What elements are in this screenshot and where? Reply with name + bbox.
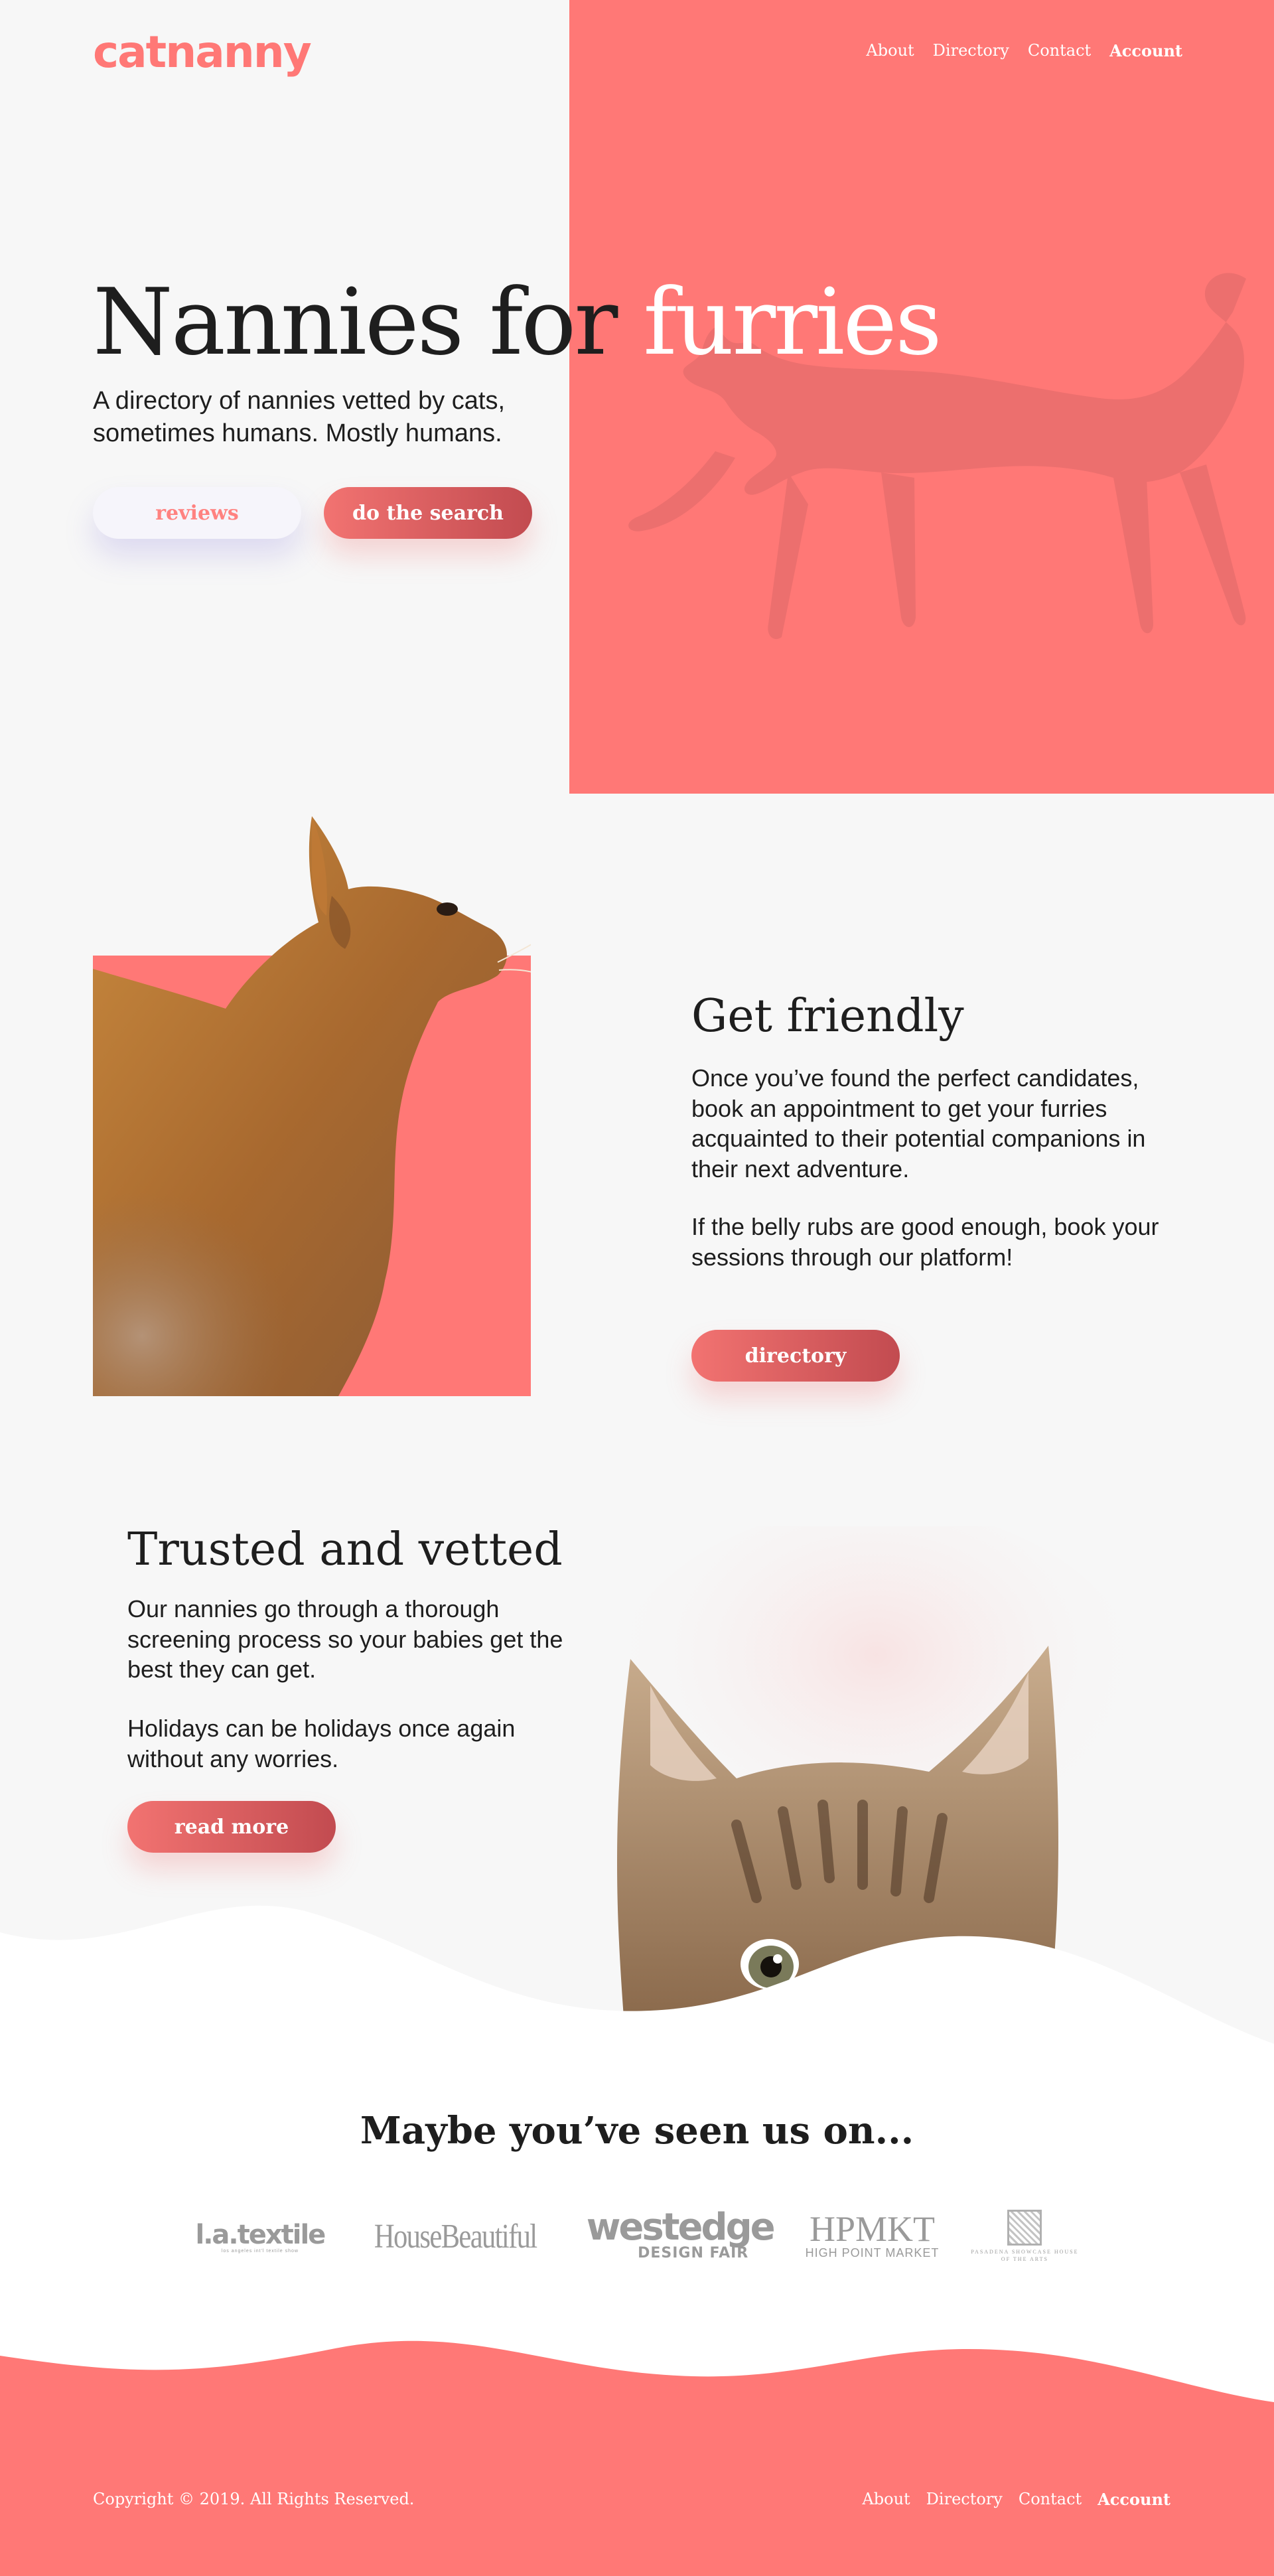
footer-nav: About Directory Contact Account (862, 2490, 1170, 2509)
housebeautiful-logo: HouseBeautiful (374, 2217, 537, 2255)
showcase-house-logo-text: PASADENA SHOWCASE HOUSE (971, 2249, 1079, 2255)
hero-title-light: furries (643, 269, 942, 376)
footer-account-link[interactable]: Account (1097, 2490, 1170, 2509)
nav-contact-link[interactable]: Contact (1028, 41, 1091, 60)
trusted-title: Trusted and vetted (127, 1524, 563, 1576)
showcase-house-logo: PASADENA SHOWCASE HOUSE OF THE ARTS (971, 2210, 1078, 2263)
nav-account-link[interactable]: Account (1109, 41, 1182, 60)
get-friendly-title: Get friendly (691, 990, 964, 1042)
latextile-logo-text: l.a.textile (195, 2219, 326, 2250)
westedge-logo-text: westedge (586, 2206, 776, 2250)
trusted-paragraph-2: Holidays can be holidays once again with… (127, 1715, 516, 1772)
hpmkt-logo-sub: HIGH POINT MARKET (805, 2246, 940, 2260)
hpmkt-logo: HPMKT HIGH POINT MARKET (805, 2209, 940, 2260)
press-logos: l.a.textile los angeles int'l textile sh… (0, 2206, 1274, 2263)
hero-title-dark: Nannies for (93, 269, 618, 376)
nav-about-link[interactable]: About (866, 41, 914, 60)
directory-button[interactable]: directory (691, 1330, 900, 1382)
hero-title: Nannies for furries (93, 269, 942, 376)
top-nav: About Directory Contact Account (866, 41, 1182, 60)
abyssinian-cat-photo (93, 816, 531, 1396)
copyright-text: Copyright © 2019. All Rights Reserved. (93, 2490, 415, 2508)
trusted-paragraph-1: Our nannies go through a thorough screen… (127, 1595, 563, 1683)
showcase-house-emblem-icon (1007, 2210, 1042, 2246)
westedge-logo: westedge DESIGN FAIR (586, 2206, 776, 2261)
read-more-button[interactable]: read more (127, 1801, 336, 1853)
showcase-house-logo-sub: OF THE ARTS (1001, 2256, 1048, 2263)
reviews-button[interactable]: reviews (93, 487, 301, 539)
latextile-logo: l.a.textile los angeles int'l textile sh… (195, 2219, 326, 2254)
brand-logo[interactable]: catnanny (93, 27, 312, 78)
seen-on-title: Maybe you’ve seen us on... (360, 2109, 914, 2153)
footer-directory-link[interactable]: Directory (926, 2490, 1003, 2509)
footer-about-link[interactable]: About (862, 2490, 910, 2509)
get-friendly-paragraph-1: Once you’ve found the perfect candidates… (691, 1064, 1146, 1183)
footer-contact-link[interactable]: Contact (1019, 2490, 1082, 2509)
nav-directory-link[interactable]: Directory (933, 41, 1009, 60)
hero-accent-panel (569, 0, 1274, 794)
search-button[interactable]: do the search (324, 487, 532, 539)
walking-cat-silhouette (628, 273, 1246, 640)
hpmkt-logo-text: HPMKT (809, 2209, 935, 2250)
hero-subtitle: A directory of nannies vetted by cats, s… (93, 387, 506, 447)
get-friendly-paragraph-2: If the belly rubs are good enough, book … (691, 1213, 1159, 1271)
